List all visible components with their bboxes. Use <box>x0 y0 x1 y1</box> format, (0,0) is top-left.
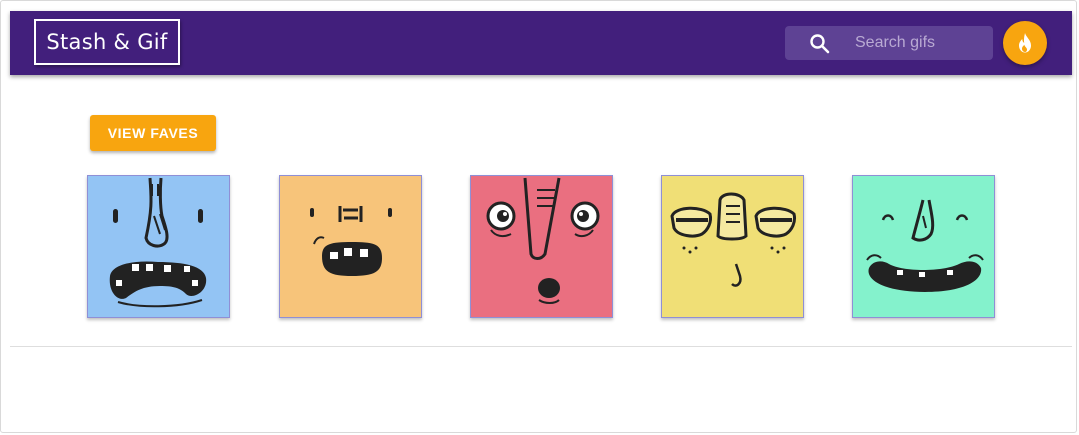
view-faves-button[interactable]: VIEW FAVES <box>90 115 216 151</box>
trending-button[interactable] <box>1003 21 1047 65</box>
search-input[interactable] <box>855 26 985 60</box>
app-logo[interactable]: Stash & Gif <box>34 19 180 65</box>
gif-card[interactable] <box>661 175 804 318</box>
gif-card[interactable] <box>279 175 422 318</box>
yellow-monster-face <box>662 176 803 317</box>
divider <box>10 346 1072 347</box>
green-monster-face <box>853 176 994 317</box>
app-window: Stash & Gif VIEW FAVES <box>0 0 1077 433</box>
gif-card[interactable] <box>470 175 613 318</box>
red-monster-face <box>471 176 612 317</box>
blue-monster-face <box>88 176 229 317</box>
search-icon[interactable] <box>809 33 831 55</box>
app-bar: Stash & Gif <box>10 11 1072 75</box>
gif-card[interactable] <box>852 175 995 318</box>
search-box[interactable] <box>785 26 993 60</box>
fire-icon <box>1019 33 1031 53</box>
orange-monster-face <box>280 176 421 317</box>
gif-card[interactable] <box>87 175 230 318</box>
